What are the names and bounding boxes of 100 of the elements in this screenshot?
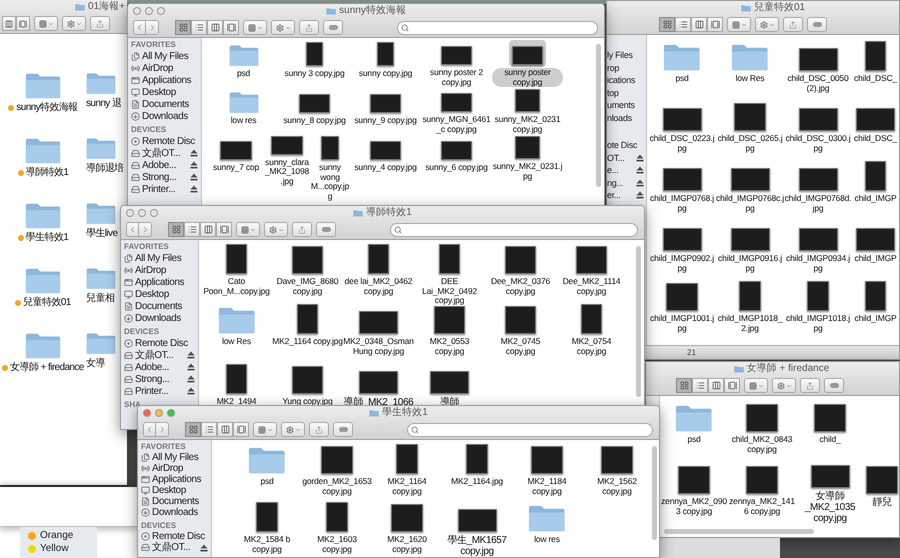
scrollbar[interactable] [652,446,657,540]
action-button[interactable] [755,17,779,32]
file-name[interactable]: sunny_6 copy.jpg [421,163,492,172]
photo-thumbnail[interactable] [430,370,469,394]
file-name[interactable]: 女導師_MK2_1035 copy.jpg [796,491,864,524]
column-view-button[interactable] [691,17,707,32]
file-name[interactable]: MK2_0745 copy.jpg [485,337,556,356]
sidebar-item[interactable]: Documents [152,496,199,507]
file-name[interactable]: sunny_MK2_0231 copy.jpg [492,115,563,134]
file-name[interactable]: sunny 退 [86,98,122,108]
sidebar-item[interactable]: top [607,88,619,98]
file-name[interactable]: 學生_MK1657 copy.jpg [442,535,512,557]
file-name[interactable]: psd [232,477,302,486]
sidebar-item[interactable]: Remote Disc [142,136,195,146]
arrange-button[interactable] [236,222,260,237]
sidebar-item[interactable]: Desktop [142,86,176,98]
photo-thumbnail[interactable] [298,94,330,113]
sidebar-item[interactable]: rop [607,62,620,73]
file-name[interactable]: MK2_1620 copy.jpg [372,535,442,554]
photo-thumbnail[interactable] [734,102,766,131]
file-name[interactable]: 導師特效1 [26,167,68,178]
file-name[interactable]: child_IMGP1001.jpg [648,314,716,333]
eject-icon[interactable] [636,154,644,162]
column-view-button[interactable] [207,20,223,35]
arrange-button[interactable] [744,378,768,393]
file-name[interactable]: MK2_0553 copy.jpg [414,337,485,356]
photo-thumbnail[interactable] [359,370,398,394]
file-name[interactable]: MK2_1584 b copy.jpg [232,535,302,554]
share-button[interactable] [783,17,803,32]
sidebar-item[interactable]: Documents [135,300,182,312]
cover-flow-button[interactable] [233,422,249,437]
photo-thumbnail[interactable] [296,304,318,334]
sidebar-item[interactable]: Remote Disc [152,531,205,542]
file-name[interactable]: sunny copy.jpg [350,69,421,78]
sidebar-item[interactable]: Applications [135,276,184,288]
photo-thumbnail[interactable] [440,46,472,65]
file-name[interactable]: sunny 3 copy.jpg [279,69,350,78]
sidebar-item[interactable]: Remote Disc [135,338,188,348]
scrollbar[interactable] [664,529,814,534]
photo-thumbnail[interactable] [438,244,460,274]
photo-thumbnail[interactable] [807,281,829,311]
photo-thumbnail[interactable] [798,168,838,191]
sidebar-item[interactable]: nloads [607,112,632,123]
file-name[interactable]: sunny_MK2_0231.jpg [492,162,563,181]
file-name[interactable]: sunny_4 copy.jpg [350,163,421,172]
file-name[interactable]: zennya_MK2_0903 copy.jpg [660,497,728,516]
photo-thumbnail[interactable] [326,502,348,532]
share-button[interactable] [292,222,312,237]
photo-thumbnail[interactable] [306,42,324,66]
photo-thumbnail[interactable] [798,228,838,251]
sidebar-item[interactable]: er... [607,190,621,200]
sidebar-item[interactable]: AirDrop [142,62,174,74]
search-field[interactable] [397,20,598,34]
file-name[interactable]: sunny_MGN_6461_c copy.jpg [421,115,492,134]
photo-thumbnail[interactable] [220,141,252,160]
file-name[interactable]: Dave_IMG_8680 copy.jpg [272,277,343,296]
photo-thumbnail[interactable] [856,108,895,131]
file-name[interactable]: child_IMGP1018_2.jpg [716,314,784,333]
sidebar-item[interactable]: Strong... [142,172,176,182]
photo-thumbnail[interactable] [746,404,778,432]
file-name[interactable]: sunny特效海報 [16,102,78,113]
photo-thumbnail[interactable] [864,161,886,191]
file-name[interactable]: child_MK2_0843 copy.jpg [728,435,796,454]
file-name[interactable]: child_IMGP [852,194,899,204]
file-name[interactable]: 學生live [86,228,118,238]
cover-flow-button[interactable] [16,16,30,31]
photo-thumbnail[interactable] [292,366,324,394]
sidebar-item[interactable]: Applications [142,74,192,86]
file-name[interactable]: low Res [716,74,784,84]
photo-thumbnail[interactable] [466,444,488,474]
file-name[interactable]: psd [660,435,728,444]
tag-button[interactable] [824,378,844,393]
file-name[interactable]: 靜兒 [864,497,900,508]
eject-icon[interactable] [190,185,198,193]
photo-thumbnail[interactable] [580,304,602,334]
arrange-button[interactable] [243,20,267,35]
photo-thumbnail[interactable] [512,46,544,65]
tag-button[interactable] [323,20,343,35]
file-name[interactable]: child_IMGP0768c.jpg [716,194,784,213]
photo-thumbnail[interactable] [746,466,778,494]
sidebar-item[interactable]: All My Files [135,252,182,264]
icon-view-button[interactable] [676,378,692,393]
action-button[interactable] [271,20,295,35]
column-view-button[interactable] [200,222,216,237]
arrange-button[interactable] [34,16,58,31]
sidebar-item[interactable]: Desktop [152,485,186,496]
photo-thumbnail[interactable] [226,244,248,274]
action-button[interactable] [772,378,796,393]
file-name[interactable]: MK2_1164 copy.jpg [272,337,343,346]
file-name[interactable]: child_DSC_0300.jpg [784,134,852,153]
file-name[interactable]: low res [512,535,582,544]
sidebar-item[interactable]: All My Files [142,50,188,62]
sidebar-item[interactable]: 文鼎OT... [142,148,180,158]
photo-thumbnail[interactable] [531,446,563,474]
eject-icon[interactable] [636,178,644,187]
file-name[interactable]: child_DSC_0265.jpg [716,134,784,153]
file-name[interactable]: child_IMGP0916.jpg [716,254,784,273]
photo-thumbnail[interactable] [730,228,770,251]
eject-icon[interactable] [187,387,195,395]
file-name[interactable]: child_IMGP [852,314,899,324]
